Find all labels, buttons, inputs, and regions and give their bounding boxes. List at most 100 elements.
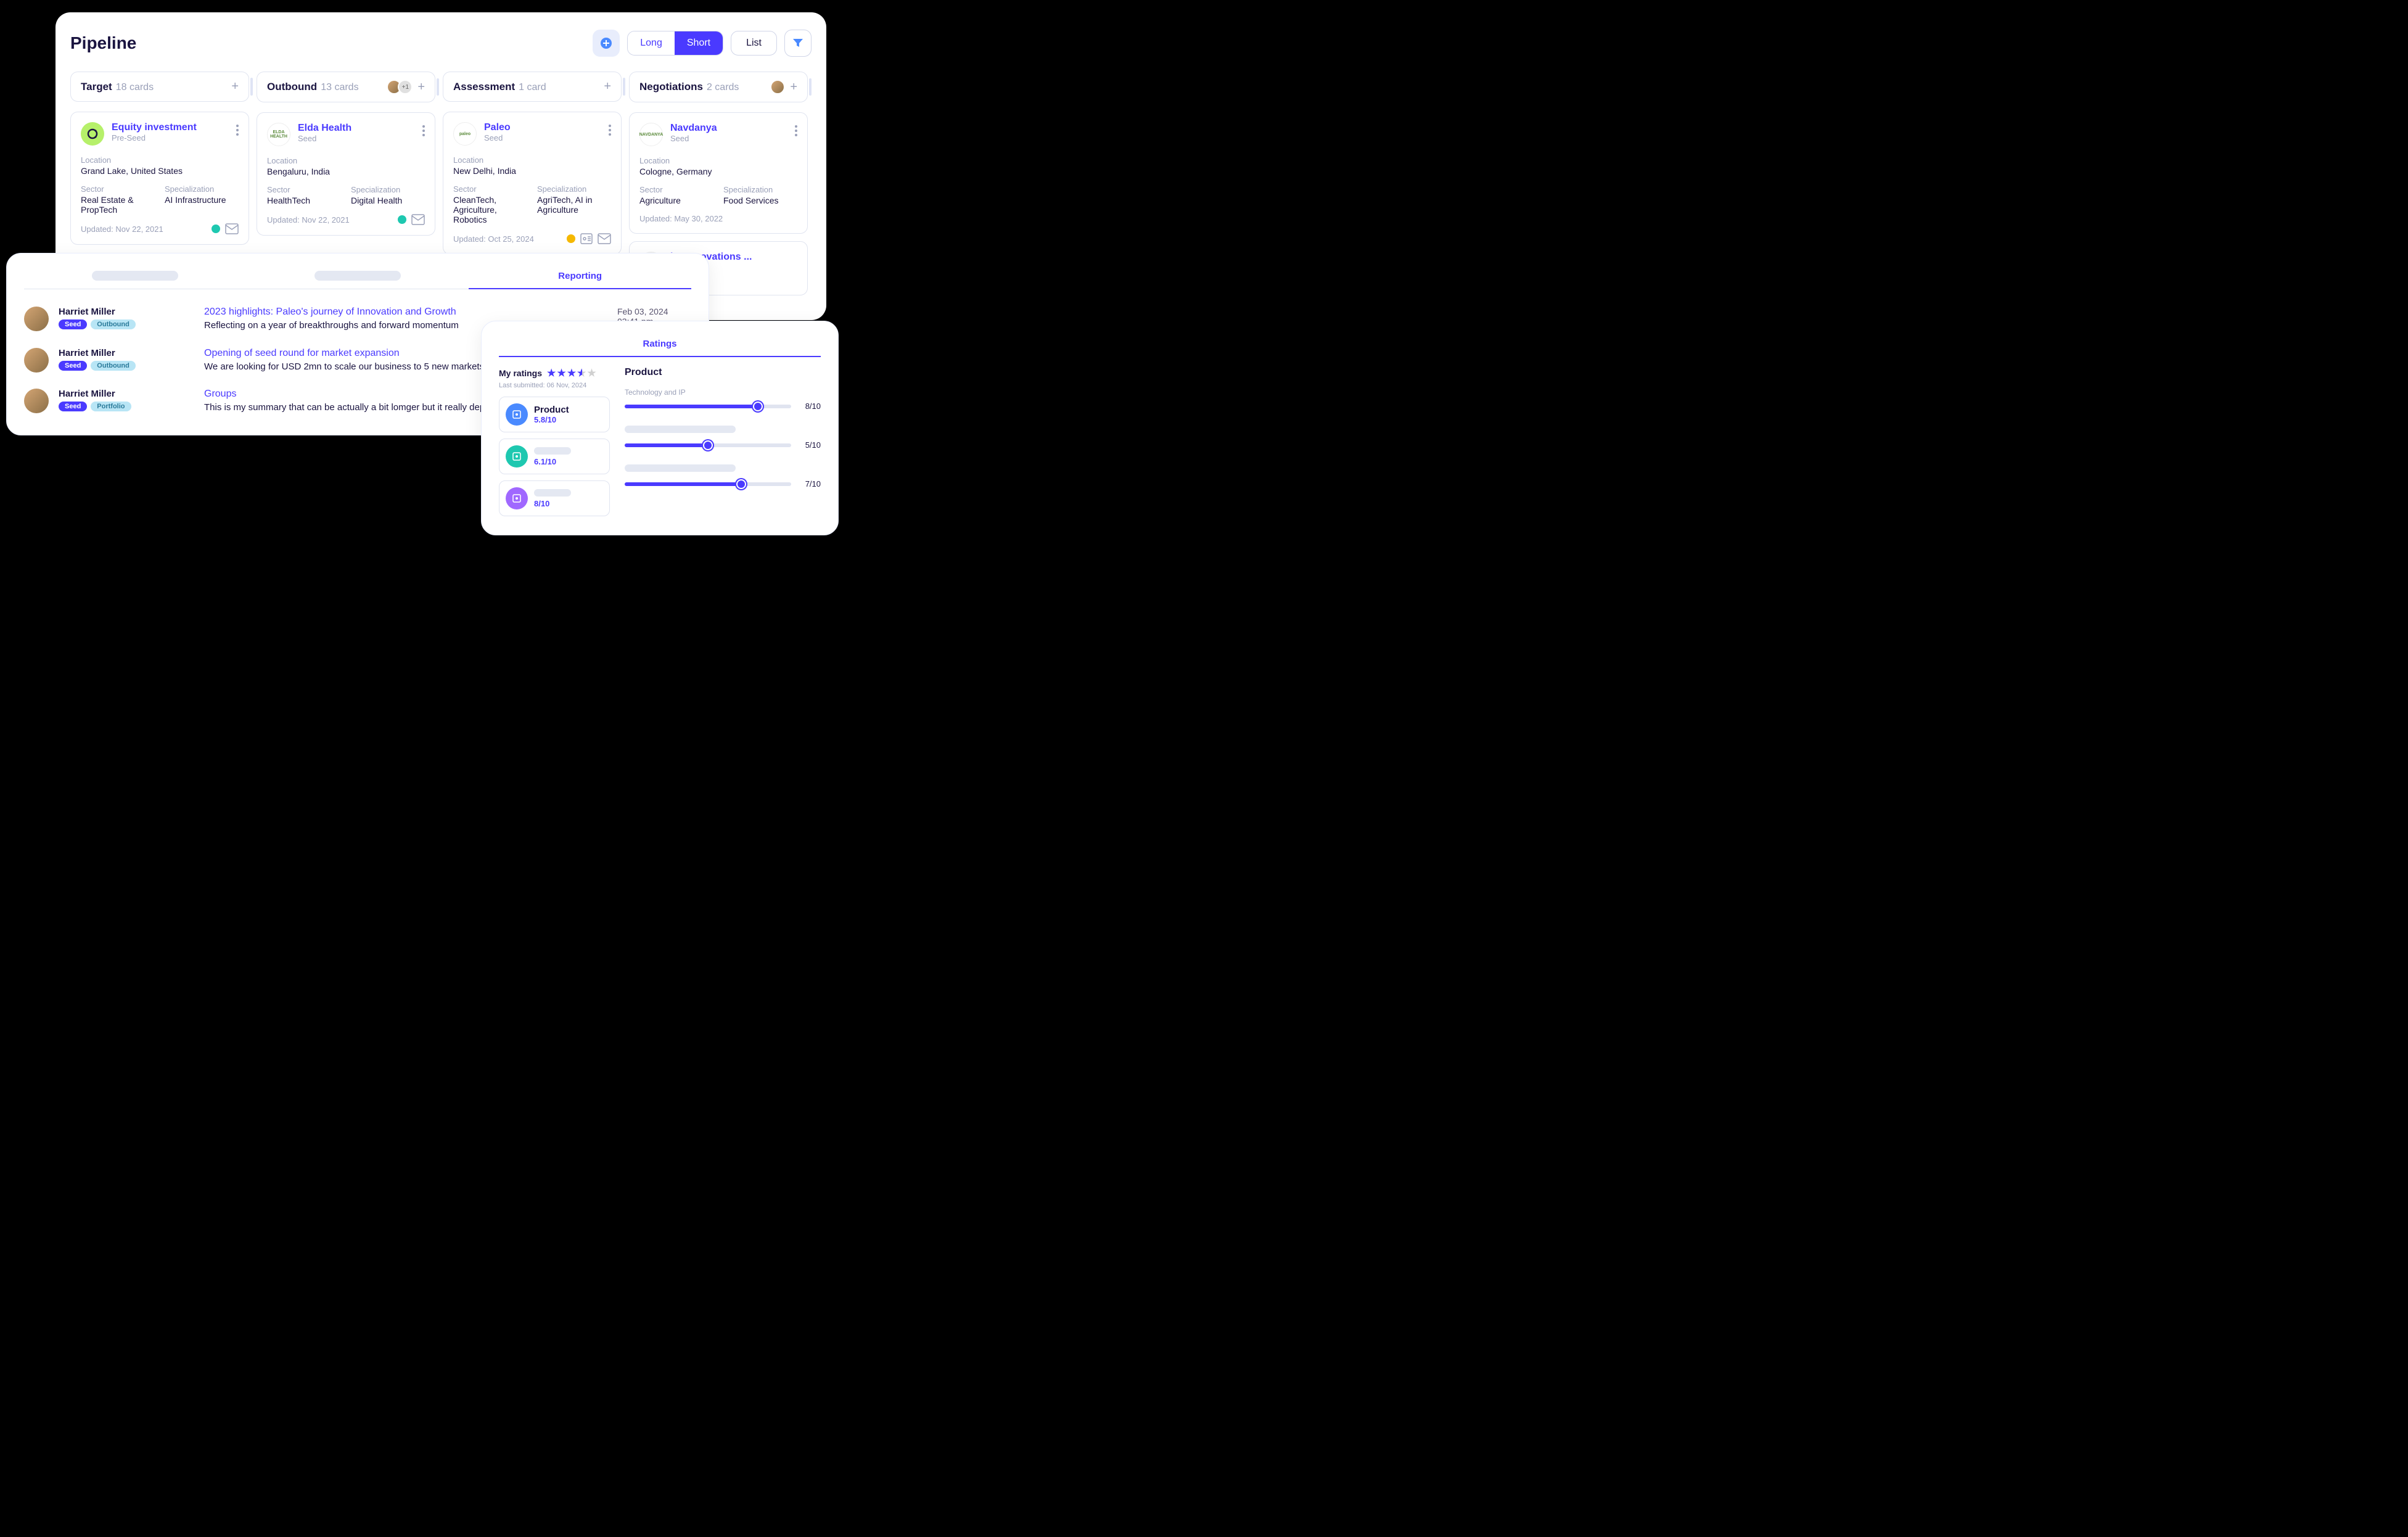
tag-outbound: Outbound [91,319,136,329]
view-toggle: Long Short [627,31,723,56]
avatar [24,348,49,373]
tag-seed: Seed [59,402,87,411]
tag-outbound: Outbound [91,361,136,371]
slider[interactable] [625,405,791,408]
slider-thumb[interactable] [703,440,713,450]
field-label: Specialization [351,185,425,194]
avatar [770,80,785,94]
tag-seed: Seed [59,361,87,371]
slider-value: 5/10 [799,440,821,450]
add-button[interactable] [593,30,620,57]
rating-card[interactable]: Product5.8/10 [499,397,610,432]
column-header: Outbound 13 cards +1 + [257,72,435,102]
status-dot [567,234,575,243]
field-value: Food Services [723,196,797,205]
field-label: Sector [453,184,527,194]
short-toggle[interactable]: Short [675,31,723,55]
field-label: Specialization [537,184,611,194]
ratings-right-title: Product [625,367,821,378]
badge-icon[interactable] [580,233,593,244]
slider-thumb[interactable] [736,479,746,489]
column-title: Negotiations [639,81,703,93]
filter-icon [792,38,803,48]
column-title: Assessment [453,81,515,93]
slider-label: Technology and IP [625,388,821,397]
ratings-tab[interactable]: Ratings [499,334,821,356]
column-title: Target [81,81,112,93]
card-stage: Seed [298,134,351,143]
rating-card[interactable]: 6.1/10 [499,439,610,474]
rating-score: 5.8/10 [534,415,569,424]
card-name: Equity investment [112,122,197,133]
field-value: AI Infrastructure [165,195,239,205]
updated-text: Updated: Nov 22, 2021 [267,215,350,225]
column-title: Outbound [267,81,317,93]
feed-author: Harriet Miller [59,348,194,358]
rating-card[interactable]: 8/10 [499,480,610,516]
list-button[interactable]: List [731,31,777,56]
add-card-icon[interactable]: + [231,80,239,94]
mail-icon[interactable] [225,223,239,234]
deal-card[interactable]: Equity investment Pre-Seed Location Gran… [70,112,249,245]
column-count: 18 cards [116,82,154,93]
avatar-count: +1 [398,80,413,94]
add-card-icon[interactable]: + [417,80,425,94]
placeholder [625,426,736,433]
card-menu-icon[interactable] [236,122,239,136]
card-menu-icon[interactable] [795,123,797,136]
slider[interactable] [625,443,791,447]
column-count: 13 cards [321,82,358,93]
field-label: Specialization [165,184,239,194]
card-menu-icon[interactable] [422,123,425,136]
slider-thumb[interactable] [753,402,763,411]
tag-portfolio: Portfolio [91,402,131,411]
deal-card[interactable]: NAVDANYA Navdanya Seed Location Cologne,… [629,112,808,234]
status-dot [398,215,406,224]
star-rating: ★★★★★★ [547,367,598,379]
field-value: Digital Health [351,196,425,205]
feed-author: Harriet Miller [59,389,194,399]
card-stage: Seed [484,133,511,142]
field-label: Location [639,156,797,165]
field-label: Specialization [723,185,797,194]
slider[interactable] [625,482,791,486]
rating-score: 8/10 [534,499,571,508]
rating-score: 6.1/10 [534,457,571,466]
feed-tab-placeholder[interactable] [247,266,469,289]
slider-group: 5/10 [625,426,821,450]
updated-text: Updated: Nov 22, 2021 [81,225,163,234]
avatar [24,307,49,331]
feed-author: Harriet Miller [59,307,194,317]
feed-tab-placeholder[interactable] [24,266,247,289]
ratings-left: My ratings ★★★★★★ Last submitted: 06 Nov… [499,367,610,522]
long-toggle[interactable]: Long [628,31,675,55]
field-value: Real Estate & PropTech [81,195,155,215]
field-label: Sector [81,184,155,194]
slider-value: 8/10 [799,402,821,411]
field-value: Agriculture [639,196,713,205]
column-header: Negotiations2 cards + [629,72,808,102]
field-label: Location [81,155,239,165]
mail-icon[interactable] [598,233,611,244]
status-dot [212,225,220,233]
feed-tab-reporting[interactable]: Reporting [469,266,691,289]
add-card-icon[interactable]: + [604,80,611,94]
header-controls: Long Short List [593,30,812,57]
deal-card[interactable]: paleo Paleo Seed Location New Delhi, Ind… [443,112,622,255]
deal-card[interactable]: ELDA HEALTH Elda Health Seed Location Be… [257,112,435,236]
last-submitted: Last submitted: 06 Nov, 2024 [499,382,610,389]
plus-icon [600,37,612,49]
card-stage: Seed [670,134,717,143]
updated-text: Updated: May 30, 2022 [639,214,723,223]
filter-button[interactable] [784,30,812,57]
rating-icon [506,487,528,509]
mail-icon[interactable] [411,214,425,225]
add-card-icon[interactable]: + [790,80,797,94]
slider-group: Technology and IP 8/10 [625,388,821,411]
card-menu-icon[interactable] [609,122,611,136]
slider-group: 7/10 [625,464,821,488]
card-name: Elda Health [298,123,351,134]
field-label: Location [453,155,611,165]
field-value: Cologne, Germany [639,167,797,176]
field-value: HealthTech [267,196,341,205]
